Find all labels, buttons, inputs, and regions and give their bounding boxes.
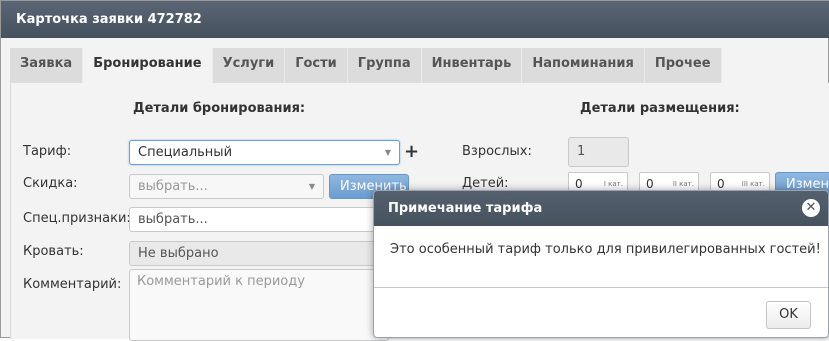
adults-label: Взрослых: — [462, 144, 532, 159]
tariff-label: Тариф: — [23, 144, 72, 159]
comment-placeholder: Комментарий к периоду — [137, 274, 305, 289]
discount-select[interactable]: выбрать... ▼ — [129, 174, 324, 199]
chevron-down-icon: ▼ — [384, 148, 391, 157]
booking-details-title: Детали бронирования: — [133, 101, 306, 116]
window-title: Карточка заявки 472782 — [1, 1, 829, 38]
comment-label: Комментарий: — [23, 277, 122, 292]
bed-label: Кровать: — [23, 244, 84, 259]
dialog-divider — [374, 287, 828, 288]
children-cat2-value: 0 — [646, 177, 654, 191]
special-features-placeholder: выбрать... — [138, 212, 208, 227]
ok-button[interactable]: OK — [766, 301, 811, 329]
dialog-message: Это особенный тариф только для привилеги… — [390, 242, 821, 257]
add-tariff-icon[interactable]: + — [404, 141, 419, 162]
tab-other[interactable]: Прочее — [644, 48, 722, 83]
tab-services[interactable]: Услуги — [212, 48, 286, 83]
tab-guests[interactable]: Гости — [285, 48, 348, 83]
adults-field[interactable]: 1 — [568, 137, 629, 167]
special-features-select[interactable]: выбрать... — [129, 207, 389, 232]
tariff-select[interactable]: Специальный ▼ — [129, 140, 400, 165]
children-cat1-value: 0 — [575, 177, 583, 191]
comment-textarea[interactable]: Комментарий к периоду — [129, 269, 389, 341]
tab-inventory[interactable]: Инвентарь — [421, 48, 523, 83]
special-features-label: Спец.признаки: — [23, 211, 131, 226]
tab-group[interactable]: Группа — [347, 48, 422, 83]
children-cat3-value: 0 — [717, 177, 725, 191]
close-icon[interactable]: ✕ — [802, 199, 820, 217]
discount-label: Скидка: — [23, 176, 78, 191]
children-label: Детей: — [462, 176, 509, 191]
tariff-value: Специальный — [138, 145, 233, 160]
tab-reminders[interactable]: Напоминания — [522, 48, 645, 83]
bed-select[interactable]: Не выбрано — [129, 241, 389, 266]
chevron-down-icon: ▼ — [308, 182, 315, 191]
tab-request[interactable]: Заявка — [10, 48, 84, 83]
tab-bar-filler — [722, 48, 829, 83]
placement-details-title: Детали размещения: — [580, 101, 740, 116]
tab-booking[interactable]: Бронирование — [83, 48, 213, 83]
dialog-title: Примечание тарифа — [374, 191, 828, 226]
discount-placeholder: выбрать... — [138, 179, 208, 194]
tab-bar: Заявка Бронирование Услуги Гости Группа … — [10, 48, 829, 83]
tariff-note-dialog: Примечание тарифа ✕ Это особенный тариф … — [373, 190, 829, 338]
bed-value: Не выбрано — [138, 246, 219, 261]
